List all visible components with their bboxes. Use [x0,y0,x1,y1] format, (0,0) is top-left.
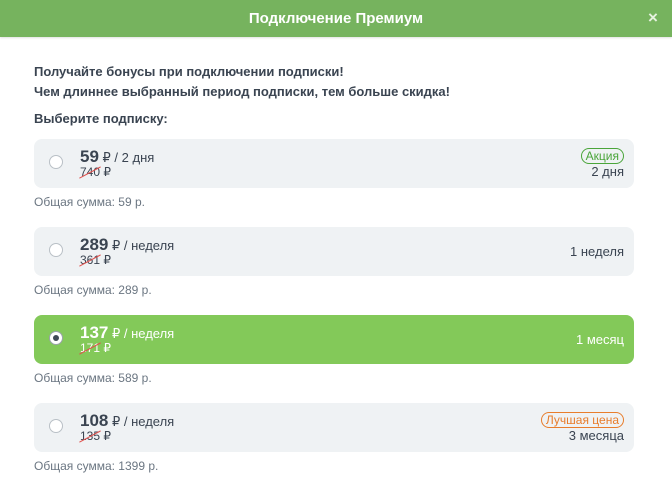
plan-radio-checked[interactable] [49,331,63,345]
modal-title: Подключение Премиум [248,10,424,27]
best-price-badge: Лучшая цена [540,412,624,428]
plan-old-price-currency: ₽ [100,253,111,267]
plan-duration: 2 дня [591,164,624,179]
plan-option-1-month[interactable]: 137 ₽ / неделя 171 ₽ 1 месяц [34,315,634,364]
plan-price-unit: ₽ / 2 дня [98,150,155,165]
plan-old-price-value: 135 [80,429,101,443]
plan-old-price: 171 ₽ [80,341,111,355]
plan-old-price-currency: ₽ [100,429,111,443]
plan-price-unit: ₽ / неделя [108,238,175,253]
plan-total: Общая сумма: 289 р. [34,283,152,297]
plan-old-price: 361 ₽ [80,253,111,267]
plan-total: Общая сумма: 1399 р. [34,459,159,473]
plan-price-unit: ₽ / неделя [108,414,175,429]
plan-price-value: 289 [80,235,109,254]
plan-price-value: 137 [80,323,109,342]
plan-price: 108 ₽ / неделя [80,411,174,431]
plan-price: 59 ₽ / 2 дня [80,147,154,167]
plan-total: Общая сумма: 59 р. [34,195,145,209]
plan-duration: 1 месяц [576,332,624,347]
intro-line-1: Получайте бонусы при подключении подписк… [34,64,344,79]
plan-price-unit: ₽ / неделя [108,326,175,341]
plan-option-2-days[interactable]: 59 ₽ / 2 дня 740 ₽ Акция 2 дня [34,139,634,188]
close-icon[interactable]: × [642,7,664,29]
plan-old-price-value: 740 [80,165,101,179]
plan-old-price: 135 ₽ [80,429,111,443]
plan-price-value: 108 [80,411,109,430]
plan-old-price-currency: ₽ [100,165,111,179]
plan-radio[interactable] [49,155,63,169]
intro-text: Получайте бонусы при подключении подписк… [34,62,450,102]
plan-old-price-value: 171 [80,341,101,355]
plan-price-value: 59 [80,147,99,166]
plan-radio[interactable] [49,243,63,257]
plan-duration: 3 месяца [568,428,624,443]
plan-old-price: 740 ₽ [80,165,111,179]
plan-radio[interactable] [49,419,63,433]
plan-option-1-week[interactable]: 289 ₽ / неделя 361 ₽ 1 неделя [34,227,634,276]
plan-old-price-value: 361 [80,253,101,267]
intro-line-2: Чем длиннее выбранный период подписки, т… [34,84,450,99]
plan-price: 137 ₽ / неделя [80,323,174,343]
plan-price: 289 ₽ / неделя [80,235,174,255]
plan-option-3-months[interactable]: 108 ₽ / неделя 135 ₽ Лучшая цена 3 месяц… [34,403,634,452]
plan-duration: 1 неделя [570,244,624,259]
modal-header: Подключение Премиум × [0,0,672,37]
promo-badge: Акция [580,148,624,164]
plan-old-price-currency: ₽ [100,341,111,355]
choose-subscription-label: Выберите подписку: [34,111,168,126]
plan-total: Общая сумма: 589 р. [34,371,152,385]
